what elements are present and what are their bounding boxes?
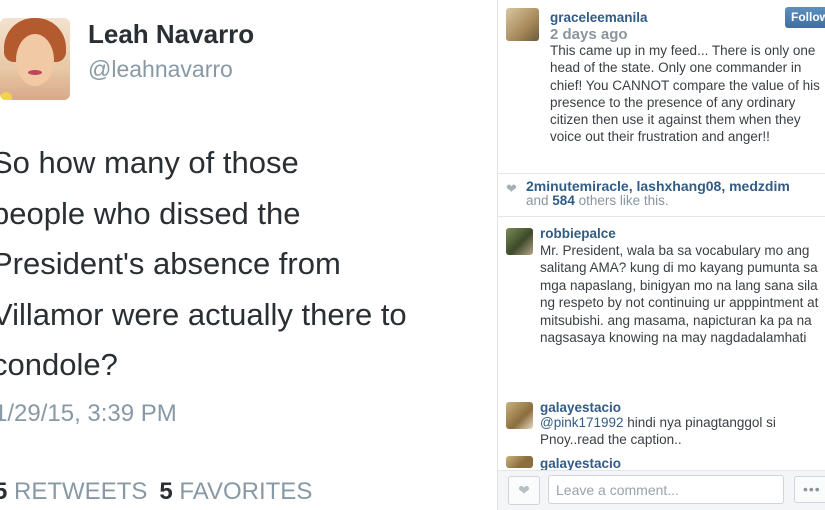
retweets-count: 5	[0, 478, 8, 505]
tweet-author-handle[interactable]: @leahnavarro	[88, 56, 233, 83]
comment-input[interactable]	[548, 475, 784, 504]
avatar-lips	[28, 70, 42, 75]
tweet-text: So how many of those people who dissed t…	[0, 138, 492, 391]
post-caption: This came up in my feed... There is only…	[550, 43, 820, 145]
like-user[interactable]: lashxhang08	[637, 178, 722, 194]
tweet-text-line: condole?	[0, 347, 118, 382]
favorites-stat[interactable]: 5 FAVORITES	[159, 478, 312, 505]
separator	[498, 216, 825, 217]
follow-button[interactable]: Follow	[785, 7, 825, 28]
separator	[498, 173, 825, 174]
tweet-author-name[interactable]: Leah Navarro	[88, 19, 254, 50]
heart-icon: ❤	[518, 482, 530, 498]
likes-users: 2minutemiracle, lashxhang08, medzdim	[526, 178, 790, 194]
post-time: 2 days ago	[550, 26, 628, 43]
comment-mention[interactable]: @pink171992	[540, 415, 624, 430]
tweet-text-line: Villamor were actually there to	[0, 296, 407, 332]
favorites-count: 5	[159, 478, 173, 505]
like-button[interactable]: ❤	[508, 476, 540, 505]
likes-others: and 584 others like this.	[526, 193, 669, 208]
comment-avatar[interactable]	[506, 402, 533, 429]
likes-others-count[interactable]: 584	[552, 193, 575, 208]
instagram-panel: graceleemanila 2 days ago Follow This ca…	[498, 0, 825, 510]
more-options-button[interactable]: •••	[794, 476, 825, 503]
tweet-card: Leah Navarro @leahnavarro So how many of…	[0, 0, 497, 510]
tweet-text-line: people who dissed the	[0, 195, 301, 231]
post-author-avatar[interactable]	[506, 8, 539, 41]
comment-text: Mr. President, wala ba sa vocabulary mo …	[540, 243, 819, 346]
comment-text: @pink171992 hindi nya pinagtanggol si Pn…	[540, 414, 822, 449]
favorites-label: FAVORITES	[179, 478, 313, 505]
post-author-username[interactable]: graceleemanila	[550, 10, 648, 25]
like-user[interactable]: 2minutemiracle	[526, 178, 629, 194]
retweets-label: RETWEETS	[14, 478, 148, 505]
heart-icon: ❤	[506, 181, 517, 196]
comment-username[interactable]: robbiepalce	[540, 226, 616, 241]
likes-others-suffix: others like this.	[578, 193, 669, 208]
comment-username[interactable]: galayestacio	[540, 400, 621, 415]
tweet-text-line: President's absence from	[0, 246, 341, 281]
comment-username[interactable]: galayestacio	[540, 456, 621, 471]
comment-footer: ❤ •••	[498, 471, 825, 510]
likes-and-label: and	[526, 193, 549, 208]
tweet-author-avatar[interactable]	[0, 18, 70, 100]
tweet-text-line: So how many of those	[0, 145, 299, 180]
like-user[interactable]: medzdim	[729, 178, 790, 194]
avatar-flower	[0, 92, 12, 100]
tweet-timestamp[interactable]: 1/29/15, 3:39 PM	[0, 400, 177, 428]
comment-avatar[interactable]	[506, 456, 533, 468]
tweet-stats: 5 RETWEETS 5 FAVORITES	[0, 478, 312, 506]
comment-avatar[interactable]	[506, 228, 533, 255]
avatar-face	[16, 34, 54, 86]
retweets-stat[interactable]: 5 RETWEETS	[0, 478, 147, 505]
